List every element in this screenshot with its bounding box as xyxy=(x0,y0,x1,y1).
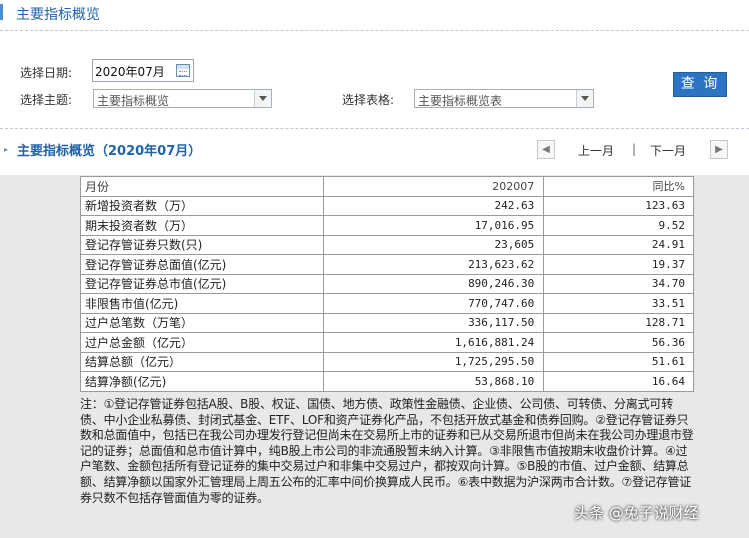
table-row: 非限售市值(亿元) 770,747.60 33.51 xyxy=(80,293,694,314)
row-value: 242.63 xyxy=(322,195,545,216)
calendar-icon[interactable] xyxy=(176,64,190,77)
section-title: 主要指标概览（2020年07月） xyxy=(17,144,202,159)
section-marker-icon: ▸ xyxy=(4,145,9,154)
row-yoy: 33.51 xyxy=(543,293,694,314)
table-row: 新增投资者数（万） 242.63 123.63 xyxy=(80,195,694,216)
row-yoy: 56.36 xyxy=(543,332,694,353)
table-label: 选择表格: xyxy=(342,93,395,107)
row-value: 1,616,881.24 xyxy=(322,332,545,353)
next-month-arrow-button[interactable]: ▶ xyxy=(710,140,728,159)
row-yoy: 34.70 xyxy=(543,273,694,294)
row-label: 新增投资者数（万） xyxy=(80,195,324,216)
row-label: 过户总金额（亿元） xyxy=(80,332,324,353)
row-value: 890,246.30 xyxy=(322,273,545,294)
theme-select-value: 主要指标概览 xyxy=(97,94,170,108)
chevron-right-icon: ▶ xyxy=(715,144,723,155)
table-footnote: 注：①登记存管证券包括A股、B股、权证、国债、地方债、政策性金融债、企业债、公司… xyxy=(80,397,694,505)
table-row: 结算总额（亿元） 1,725,295.50 51.61 xyxy=(80,351,694,372)
section-divider xyxy=(0,128,749,129)
date-picker-input[interactable]: 2020年07月 xyxy=(92,59,194,82)
date-value: 2020年07月 xyxy=(95,65,165,79)
table-row: 登记存管证券总市值(亿元) 890,246.30 34.70 xyxy=(80,273,694,294)
column-header: 202007 xyxy=(322,176,545,197)
row-yoy: 24.91 xyxy=(543,234,694,255)
row-value: 23,605 xyxy=(322,234,545,255)
column-header: 同比% xyxy=(543,176,694,197)
row-yoy: 16.64 xyxy=(543,371,694,392)
row-value: 17,016.95 xyxy=(322,215,545,236)
table-row: 登记存管证券只数(只) 23,605 24.91 xyxy=(80,234,694,255)
table-row: 登记存管证券总面值(亿元) 213,623.62 19.37 xyxy=(80,254,694,275)
row-label: 登记存管证券只数(只) xyxy=(80,234,324,255)
nav-separator: | xyxy=(632,142,637,156)
prev-month-link[interactable]: 上一月 xyxy=(578,142,614,159)
table-row: 期末投资者数（万） 17,016.95 9.52 xyxy=(80,215,694,236)
row-label: 非限售市值(亿元) xyxy=(80,293,324,314)
page-title: 主要指标概览 xyxy=(16,7,100,23)
row-value: 770,747.60 xyxy=(322,293,545,314)
filter-panel: 选择日期: 2020年07月 选择主题: 主要指标概览 选择表格: 主要指标概览… xyxy=(0,31,749,131)
row-yoy: 123.63 xyxy=(543,195,694,216)
row-yoy: 19.37 xyxy=(543,254,694,275)
next-month-link[interactable]: 下一月 xyxy=(650,142,686,159)
row-yoy: 51.61 xyxy=(543,351,694,372)
table-select[interactable]: 主要指标概览表 xyxy=(414,89,594,108)
row-label: 期末投资者数（万） xyxy=(80,215,324,236)
row-yoy: 9.52 xyxy=(543,215,694,236)
theme-select[interactable]: 主要指标概览 xyxy=(93,89,272,108)
table-row: 过户总金额（亿元） 1,616,881.24 56.36 xyxy=(80,332,694,353)
table-row: 结算净额(亿元) 53,868.10 16.64 xyxy=(80,371,694,392)
row-label: 登记存管证券总面值(亿元) xyxy=(80,254,324,275)
theme-label: 选择主题: xyxy=(20,93,73,107)
row-value: 1,725,295.50 xyxy=(322,351,545,372)
row-label: 结算总额（亿元） xyxy=(80,351,324,372)
table-row: 过户总笔数（万笔） 336,117.50 128.71 xyxy=(80,312,694,333)
chevron-down-icon[interactable] xyxy=(254,90,271,107)
prev-month-arrow-button[interactable]: ◀ xyxy=(537,140,555,159)
table-header-row: 月份 202007 同比% xyxy=(80,176,694,197)
row-label: 结算净额(亿元) xyxy=(80,371,324,392)
date-label: 选择日期: xyxy=(20,66,73,80)
row-label: 登记存管证券总市值(亿元) xyxy=(80,273,324,294)
page-header: 主要指标概览 xyxy=(0,0,749,31)
row-value: 336,117.50 xyxy=(322,312,545,333)
chevron-down-icon[interactable] xyxy=(576,90,593,107)
row-value: 213,623.62 xyxy=(322,254,545,275)
row-value: 53,868.10 xyxy=(322,371,545,392)
indicator-table: 月份 202007 同比% 新增投资者数（万） 242.63 123.63 期末… xyxy=(80,176,694,392)
query-button[interactable]: 查 询 xyxy=(673,72,727,97)
column-header: 月份 xyxy=(80,176,324,197)
row-yoy: 128.71 xyxy=(543,312,694,333)
watermark-text: 头条 @兔子说财经 xyxy=(574,504,699,522)
header-accent-bar xyxy=(0,4,3,20)
row-label: 过户总笔数（万笔） xyxy=(80,312,324,333)
chevron-left-icon: ◀ xyxy=(542,144,550,155)
table-select-value: 主要指标概览表 xyxy=(418,94,503,108)
